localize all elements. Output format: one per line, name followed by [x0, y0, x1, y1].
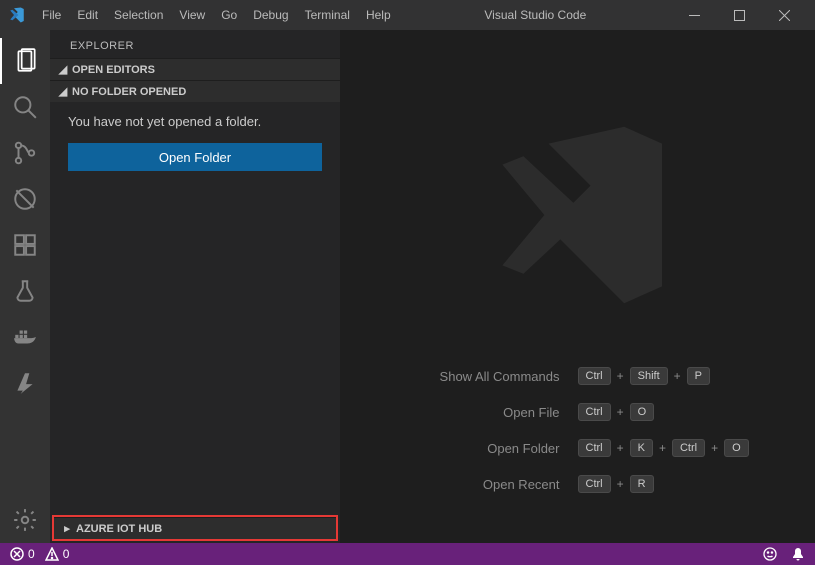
shortcut-row: Open FolderCtrl+K+Ctrl+O: [388, 439, 768, 457]
keycap: Ctrl: [578, 403, 611, 421]
shortcut-keys: Ctrl + K + Ctrl + O: [578, 439, 768, 457]
azure-iot-hub-highlight: ▸ AZURE IOT HUB: [52, 515, 338, 541]
chevron-right-icon: ▸: [60, 522, 74, 535]
search-icon[interactable]: [0, 84, 50, 130]
shortcut-label: Show All Commands: [388, 369, 578, 384]
no-folder-body: You have not yet opened a folder. Open F…: [50, 102, 340, 183]
maximize-button[interactable]: [717, 0, 762, 30]
shortcut-label: Open File: [388, 405, 578, 420]
no-folder-message: You have not yet opened a folder.: [68, 114, 322, 129]
shortcut-label: Open Recent: [388, 477, 578, 492]
menu-file[interactable]: File: [34, 8, 69, 22]
settings-gear-icon[interactable]: [0, 497, 50, 543]
no-folder-header[interactable]: ◢ NO FOLDER OPENED: [50, 80, 340, 102]
chevron-down-icon: ◢: [56, 63, 70, 76]
keycap: Ctrl: [578, 367, 611, 385]
source-control-icon[interactable]: [0, 130, 50, 176]
debug-icon[interactable]: [0, 176, 50, 222]
open-folder-button[interactable]: Open Folder: [68, 143, 322, 171]
shortcut-label: Open Folder: [388, 441, 578, 456]
window-title: Visual Studio Code: [399, 8, 672, 22]
title-bar: File Edit Selection View Go Debug Termin…: [0, 0, 815, 30]
keycap: K: [630, 439, 653, 457]
plus-separator: +: [659, 441, 666, 455]
vscode-logo-icon: [8, 6, 26, 24]
keycap: P: [687, 367, 710, 385]
plus-separator: +: [617, 477, 624, 491]
keycap: Ctrl: [578, 439, 611, 457]
explorer-sidebar: EXPLORER ◢ OPEN EDITORS ◢ NO FOLDER OPEN…: [50, 30, 340, 543]
shortcut-keys: Ctrl + Shift + P: [578, 367, 768, 385]
plus-separator: +: [617, 441, 624, 455]
close-button[interactable]: [762, 0, 807, 30]
keycap: O: [630, 403, 655, 421]
plus-separator: +: [674, 369, 681, 383]
plus-separator: +: [711, 441, 718, 455]
explorer-icon[interactable]: [0, 38, 50, 84]
plus-separator: +: [617, 405, 624, 419]
keycap: R: [630, 475, 654, 493]
bell-icon[interactable]: [791, 547, 805, 562]
azure-icon[interactable]: [0, 360, 50, 406]
menu-selection[interactable]: Selection: [106, 8, 171, 22]
plus-separator: +: [617, 369, 624, 383]
feedback-smile-icon[interactable]: [763, 547, 777, 562]
menu-view[interactable]: View: [171, 8, 213, 22]
minimize-button[interactable]: [672, 0, 717, 30]
keycap: O: [724, 439, 749, 457]
shortcut-keys: Ctrl + R: [578, 475, 768, 493]
shortcut-row: Open RecentCtrl + R: [388, 475, 768, 493]
window-controls: [672, 0, 807, 30]
shortcut-row: Show All CommandsCtrl + Shift + P: [388, 367, 768, 385]
menu-debug[interactable]: Debug: [245, 8, 296, 22]
menu-help[interactable]: Help: [358, 8, 399, 22]
open-editors-header[interactable]: ◢ OPEN EDITORS: [50, 58, 340, 80]
editor-area: Show All CommandsCtrl+Shift+POpen FileCt…: [340, 30, 815, 543]
errors-count[interactable]: 0: [28, 547, 35, 561]
sidebar-title: EXPLORER: [50, 30, 340, 58]
warnings-icon[interactable]: [45, 547, 59, 562]
errors-icon[interactable]: [10, 547, 24, 562]
menu-go[interactable]: Go: [213, 8, 245, 22]
welcome-shortcuts: Show All CommandsCtrl+Shift+POpen FileCt…: [340, 367, 815, 493]
shortcut-keys: Ctrl + O: [578, 403, 768, 421]
status-bar: 0 0: [0, 543, 815, 565]
shortcut-row: Open FileCtrl + O: [388, 403, 768, 421]
test-icon[interactable]: [0, 268, 50, 314]
warnings-count[interactable]: 0: [63, 547, 70, 561]
azure-iot-hub-label: AZURE IOT HUB: [76, 523, 162, 535]
extensions-icon[interactable]: [0, 222, 50, 268]
no-folder-label: NO FOLDER OPENED: [72, 86, 186, 98]
open-editors-label: OPEN EDITORS: [72, 64, 155, 76]
keycap: Shift: [630, 367, 668, 385]
keycap: Ctrl: [672, 439, 705, 457]
azure-iot-hub-header[interactable]: ▸ AZURE IOT HUB: [54, 517, 336, 539]
docker-icon[interactable]: [0, 314, 50, 360]
menu-terminal[interactable]: Terminal: [297, 8, 358, 22]
main-menu: File Edit Selection View Go Debug Termin…: [34, 8, 399, 22]
chevron-down-icon: ◢: [56, 85, 70, 98]
menu-edit[interactable]: Edit: [69, 8, 106, 22]
vscode-watermark-icon: [473, 110, 683, 323]
keycap: Ctrl: [578, 475, 611, 493]
activity-bar: [0, 30, 50, 543]
